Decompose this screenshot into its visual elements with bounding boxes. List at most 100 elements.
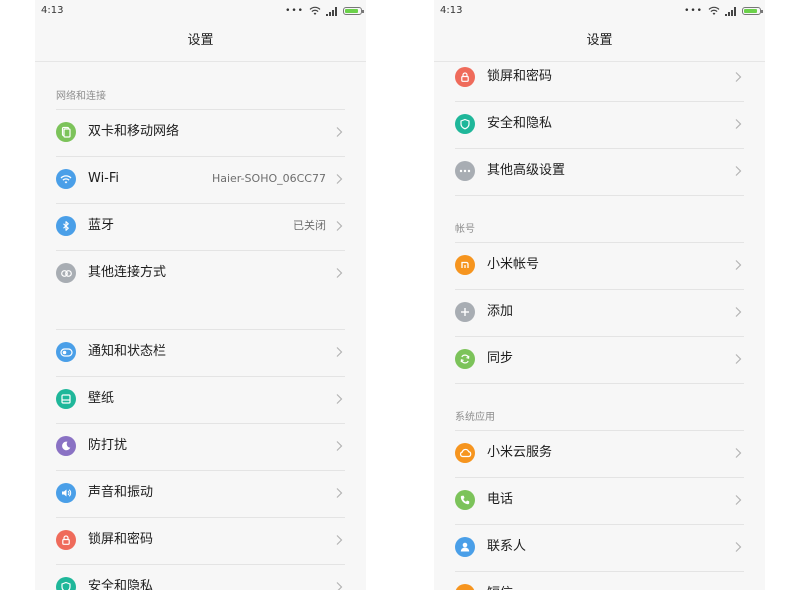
settings-item-label: 小米云服务 [487, 445, 553, 460]
status-icons: ••• [684, 5, 763, 17]
chevron-right-icon [735, 448, 742, 458]
sim-card-icon [56, 122, 76, 142]
settings-item-contacts[interactable]: 联系人 [434, 524, 765, 571]
divider [56, 470, 345, 471]
divider [455, 430, 744, 431]
settings-item-do-not-disturb[interactable]: 防打扰 [35, 423, 366, 470]
settings-item-messages[interactable]: 短信 [434, 571, 765, 590]
battery-icon [343, 7, 364, 15]
settings-item-label: 短信 [487, 585, 513, 590]
chevron-right-icon [336, 347, 343, 357]
lock-icon [455, 67, 475, 87]
status-time: 4:13 [440, 5, 463, 16]
settings-item-label: 锁屏和密码 [88, 532, 154, 547]
settings-item-mi-cloud[interactable]: 小米云服务 [434, 430, 765, 477]
settings-item-label: Wi-Fi [88, 171, 120, 186]
sync-icon [455, 349, 475, 369]
settings-item-other-connections[interactable]: 其他连接方式 [35, 250, 366, 297]
settings-item-label: 其他连接方式 [88, 265, 167, 280]
chevron-right-icon [336, 488, 343, 498]
section-label-network: 网络和连接 [56, 91, 106, 102]
divider [455, 571, 744, 572]
plus-icon [455, 302, 475, 322]
divider [455, 336, 744, 337]
shield-icon [56, 577, 76, 590]
settings-item-wifi[interactable]: Wi-Fi Haier-SOHO_06CC77 [35, 156, 366, 203]
settings-item-label: 联系人 [487, 539, 527, 554]
chevron-right-icon [735, 495, 742, 505]
message-icon [455, 584, 475, 590]
settings-item-label: 其他高级设置 [487, 163, 566, 178]
settings-item-lock-screen[interactable]: 锁屏和密码 [434, 54, 765, 101]
wallpaper-icon [56, 389, 76, 409]
chevron-right-icon [336, 221, 343, 231]
divider [455, 289, 744, 290]
bluetooth-icon [56, 216, 76, 236]
speaker-icon [56, 483, 76, 503]
status-bar: 4:13 ••• [35, 0, 366, 22]
chevron-right-icon [735, 119, 742, 129]
settings-item-lock-screen[interactable]: 锁屏和密码 [35, 517, 366, 564]
settings-item-sync[interactable]: 同步 [434, 336, 765, 383]
chevron-right-icon [735, 354, 742, 364]
shield-icon [455, 114, 475, 134]
toggle-icon [56, 342, 76, 362]
wifi-icon [56, 169, 76, 189]
settings-item-label: 安全和隐私 [88, 579, 154, 590]
divider [56, 250, 345, 251]
divider [455, 195, 744, 196]
chevron-right-icon [336, 582, 343, 590]
chevron-right-icon [336, 441, 343, 451]
signal-status-icon [725, 6, 737, 16]
settings-item-mi-account[interactable]: 小米帐号 [434, 242, 765, 289]
divider [56, 376, 345, 377]
settings-item-value: Haier-SOHO_06CC77 [211, 172, 326, 185]
cloud-icon [455, 443, 475, 463]
settings-item-label: 双卡和移动网络 [88, 124, 180, 139]
chevron-right-icon [735, 307, 742, 317]
settings-item-dual-sim[interactable]: 双卡和移动网络 [35, 109, 366, 156]
settings-item-security[interactable]: 安全和隐私 [434, 101, 765, 148]
settings-item-add-account[interactable]: 添加 [434, 289, 765, 336]
status-bar: 4:13 ••• [434, 0, 765, 22]
section-label-account: 帐号 [455, 224, 475, 235]
settings-item-notifications[interactable]: 通知和状态栏 [35, 329, 366, 376]
wifi-status-icon [708, 6, 720, 16]
chevron-right-icon [336, 268, 343, 278]
chevron-right-icon [735, 542, 742, 552]
notification-dots-icon: ••• [285, 6, 304, 16]
divider [56, 329, 345, 330]
chevron-right-icon [735, 166, 742, 176]
settings-item-sound[interactable]: 声音和振动 [35, 470, 366, 517]
settings-item-label: 安全和隐私 [487, 116, 553, 131]
more-dots-icon [455, 161, 475, 181]
settings-item-bluetooth[interactable]: 蓝牙 已关闭 [35, 203, 366, 250]
notification-dots-icon: ••• [684, 6, 703, 16]
page-title: 设置 [35, 22, 366, 62]
settings-item-phone[interactable]: 电话 [434, 477, 765, 524]
settings-item-security[interactable]: 安全和隐私 [35, 564, 366, 590]
divider [56, 517, 345, 518]
divider [56, 109, 345, 110]
settings-screen-right: 4:13 ••• 设置 锁屏和密码 安全和隐私 其他高级设置 帐号 小米帐号 添… [434, 0, 765, 590]
settings-item-label: 添加 [487, 304, 514, 319]
settings-item-label: 声音和振动 [88, 485, 154, 500]
section-label-system-apps: 系统应用 [455, 412, 495, 423]
divider [455, 383, 744, 384]
wifi-status-icon [309, 6, 321, 16]
moon-icon [56, 436, 76, 456]
settings-item-label: 锁屏和密码 [487, 69, 553, 84]
mi-logo-icon [455, 255, 475, 275]
settings-screen-left: 4:13 ••• 设置 网络和连接 双卡和移动网络 Wi-Fi Haier-SO… [35, 0, 366, 590]
divider [56, 203, 345, 204]
person-icon [455, 537, 475, 557]
settings-item-label: 小米帐号 [487, 257, 540, 272]
divider [56, 156, 345, 157]
status-time: 4:13 [41, 5, 64, 16]
settings-item-wallpaper[interactable]: 壁纸 [35, 376, 366, 423]
battery-icon [742, 7, 763, 15]
settings-item-advanced[interactable]: 其他高级设置 [434, 148, 765, 195]
settings-item-label: 蓝牙 [88, 218, 115, 233]
settings-item-label: 电话 [487, 492, 514, 507]
divider [455, 148, 744, 149]
